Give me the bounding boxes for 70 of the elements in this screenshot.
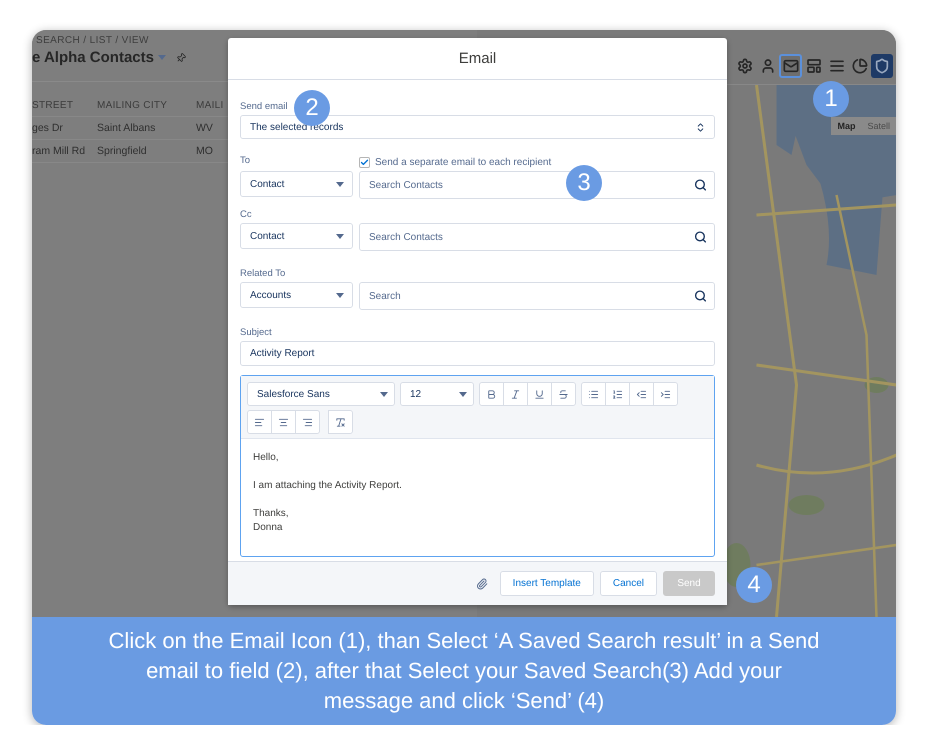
caret-icon <box>158 55 166 60</box>
recipient-type-select[interactable]: Contact <box>240 171 353 197</box>
clear-format-button[interactable] <box>328 410 353 434</box>
dialog-title: Email <box>458 50 496 67</box>
lines-icon <box>828 58 844 74</box>
outdent-icon <box>636 388 647 400</box>
instruction-caption: Click on the Email Icon (1), than Select ‘A Saved Search result’ in a Send email to field (2), after that Select your Saved Search(3) Add your message and click ‘Send’ (4) <box>108 627 820 715</box>
indent-icon <box>660 388 671 400</box>
email-button[interactable] <box>779 54 802 78</box>
align-right-icon <box>302 416 313 428</box>
bold-button[interactable] <box>479 382 504 406</box>
person-icon <box>760 58 776 74</box>
caret-icon <box>336 292 344 298</box>
align-left-button[interactable] <box>247 410 272 434</box>
bold-icon <box>486 388 497 400</box>
layout-icon <box>806 58 822 74</box>
recipient-type-select[interactable]: Contact <box>240 223 353 249</box>
table-cell: Springfield <box>97 140 196 163</box>
list-view-title: e Alpha Contacts <box>32 49 154 66</box>
search-icon <box>694 230 707 244</box>
dialog-button[interactable]: Insert Template <box>500 571 594 596</box>
field-label: To <box>240 155 250 166</box>
align-right-button[interactable] <box>295 410 320 434</box>
send-email-select[interactable]: The selected records <box>240 115 715 139</box>
align-center-icon <box>278 416 289 428</box>
font-select[interactable]: Salesforce Sans <box>247 382 395 406</box>
caret-icon <box>336 234 344 238</box>
field-label: Cc <box>240 209 252 220</box>
align-left-icon <box>254 416 265 428</box>
pie-chart-icon <box>852 58 868 74</box>
field-label: Related To <box>240 268 286 279</box>
clear-format-icon <box>335 416 346 428</box>
checkbox[interactable] <box>359 156 370 168</box>
table-cell: ges Dr <box>32 117 97 140</box>
check-icon <box>360 158 369 166</box>
caret-icon <box>336 182 344 186</box>
underline-icon <box>534 388 545 400</box>
underline-button[interactable] <box>527 382 552 406</box>
numbered-list-button[interactable] <box>605 382 630 406</box>
gear-icon <box>736 58 752 74</box>
bulleted-list-icon <box>588 388 599 400</box>
caret-icon <box>459 392 467 396</box>
caret-icon <box>380 392 388 396</box>
table-cell: ram Mill Rd <box>32 140 97 163</box>
search-icon <box>694 178 707 192</box>
shield-button[interactable] <box>871 54 893 78</box>
checkbox-label: Send a separate email to each recipient <box>375 156 552 168</box>
field-label: Subject <box>240 327 272 338</box>
object-type-select[interactable]: Accounts <box>240 282 353 308</box>
align-center-button[interactable] <box>271 410 296 434</box>
strikethrough-button[interactable] <box>551 382 576 406</box>
table-cell: Saint Albans <box>97 117 196 140</box>
indent-button[interactable] <box>653 382 678 406</box>
italic-icon <box>510 388 521 400</box>
numbered-list-icon <box>612 388 623 400</box>
paperclip-icon[interactable] <box>476 578 488 590</box>
subject-field[interactable]: Activity Report <box>240 341 715 366</box>
envelope-icon <box>782 58 798 74</box>
message-field[interactable]: Hello, I am attaching the Activity Report. Thanks, Donna <box>241 439 714 561</box>
sort-arrows-icon <box>695 122 706 132</box>
dialog-button[interactable]: Cancel <box>600 571 657 596</box>
shield-icon <box>874 58 890 74</box>
search-icon <box>694 290 707 302</box>
outdent-button[interactable] <box>629 382 654 406</box>
search-field[interactable]: Search Contacts <box>359 223 715 251</box>
strikethrough-icon <box>558 388 569 400</box>
font-size-select[interactable]: 12 <box>400 382 474 406</box>
bulleted-list-button[interactable] <box>581 382 606 406</box>
search-field[interactable]: Search <box>359 282 715 310</box>
map-type-button[interactable]: Map <box>831 117 862 135</box>
